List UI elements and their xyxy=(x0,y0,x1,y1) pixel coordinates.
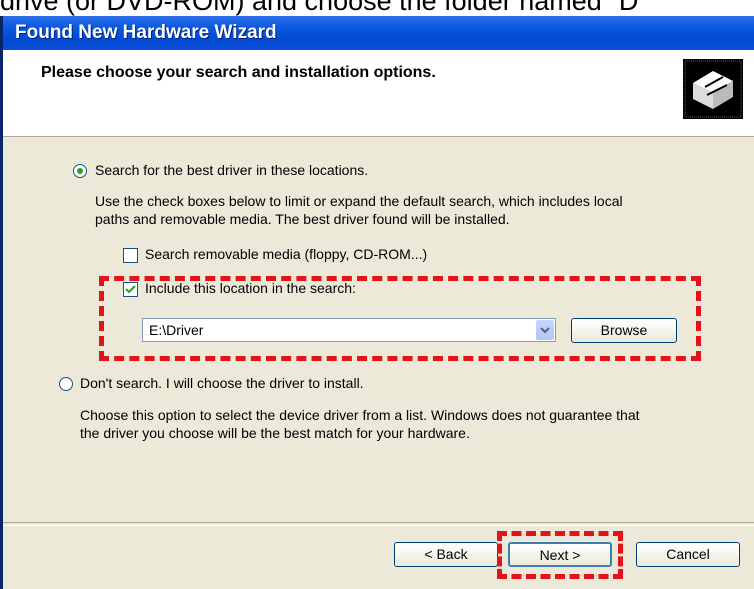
search-radio[interactable] xyxy=(73,164,87,178)
radio-selected-dot xyxy=(77,168,83,174)
back-button[interactable]: < Back xyxy=(394,542,498,567)
dont-search-radio[interactable] xyxy=(59,377,73,391)
highlight-include-location xyxy=(99,276,701,361)
title-bar[interactable]: Found New Hardware Wizard xyxy=(3,16,754,50)
footer-divider xyxy=(3,522,754,526)
search-description-line2: paths and removable media. The best driv… xyxy=(95,211,510,227)
removable-media-label[interactable]: Search removable media (floppy, CD-ROM..… xyxy=(145,246,427,262)
dont-search-label[interactable]: Don't search. I will choose the driver t… xyxy=(80,375,364,391)
wizard-window: Found New Hardware Wizard Please choose … xyxy=(0,16,754,589)
removable-media-checkbox[interactable] xyxy=(123,248,138,263)
search-description: Use the check boxes below to limit or ex… xyxy=(95,193,623,209)
highlight-next-button xyxy=(497,531,623,579)
dont-search-description-line2: the driver you choose will be the best m… xyxy=(80,425,470,441)
search-radio-label[interactable]: Search for the best driver in these loca… xyxy=(95,162,368,178)
options-area: Search for the best driver in these loca… xyxy=(3,137,754,537)
page-heading: Please choose your search and installati… xyxy=(41,64,436,81)
dont-search-description: Choose this option to select the device … xyxy=(80,407,640,423)
wizard-header: Please choose your search and installati… xyxy=(3,50,754,137)
document-caption-text: drive (or DVD-ROM) and choose the folder… xyxy=(0,0,639,16)
hardware-wizard-icon xyxy=(683,59,743,119)
window-title: Found New Hardware Wizard xyxy=(15,22,277,43)
cancel-button[interactable]: Cancel xyxy=(636,542,740,567)
